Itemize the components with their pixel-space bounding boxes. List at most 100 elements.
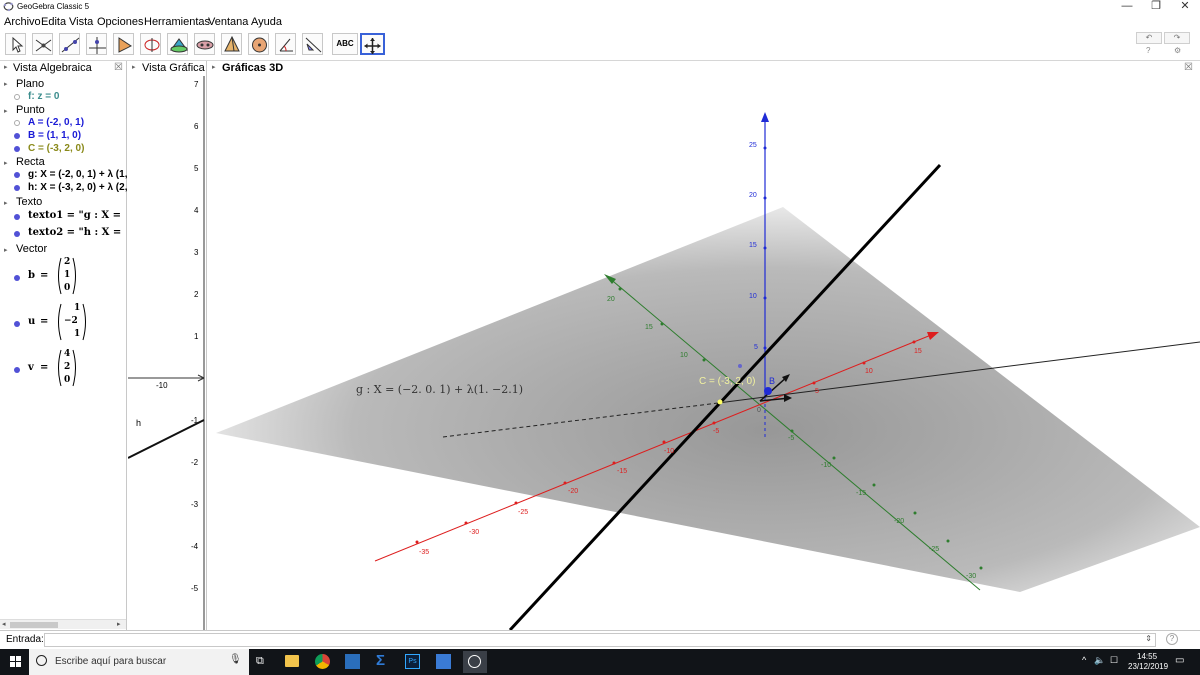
menu-edita[interactable]: Edita [41, 15, 66, 29]
taskbar-search-box[interactable]: Escribe aquí para buscar 🎙 [29, 649, 249, 675]
horizontal-scrollbar[interactable]: ◂ ▸ [0, 619, 126, 629]
object-texto1[interactable]: texto1 = "g : X = [28, 210, 121, 221]
graphics3d-canvas [216, 112, 1200, 630]
panel-menu-icon[interactable]: ▸ [212, 61, 216, 75]
app-icon[interactable] [345, 654, 360, 669]
help-icon[interactable]: ? [1146, 46, 1150, 55]
visibility-toggle[interactable] [14, 185, 20, 191]
object-b[interactable]: B = (1, 1, 0) [28, 130, 81, 141]
object-c[interactable]: C = (-3, 2, 0) [28, 143, 84, 154]
vector-v-1: 2 [64, 362, 71, 372]
redo-button[interactable]: ↷ [1164, 32, 1190, 44]
menu-ventana[interactable]: Ventana [208, 15, 248, 29]
graphics3d-view[interactable]: g : X = (−2. 0. 1) + λ(1. −2.1) C = (-3,… [208, 76, 1200, 630]
vector-u-name[interactable]: u [28, 316, 35, 327]
vector-v-name[interactable]: v [28, 362, 34, 373]
visibility-toggle[interactable] [14, 214, 20, 220]
microphone-icon[interactable]: 🎙 [229, 654, 242, 665]
scroll-right-icon[interactable]: ▸ [117, 620, 121, 628]
object-texto2[interactable]: texto2 = "h : X = [28, 227, 121, 238]
object-f[interactable]: f: z = 0 [28, 91, 59, 102]
menu-archivo[interactable]: Archivo [4, 15, 41, 29]
input-dropdown-icon[interactable]: ⇕ [1145, 634, 1152, 643]
file-explorer-icon[interactable] [285, 655, 299, 667]
text-tool-button[interactable]: ABC [332, 33, 358, 55]
angle-tool-button[interactable] [275, 33, 296, 55]
object-h[interactable]: h: X = (-3, 2, 0) + λ (2, [28, 182, 127, 193]
visibility-toggle[interactable] [14, 120, 20, 126]
task-view-icon[interactable]: ⧉ [256, 655, 264, 668]
move-tool-button[interactable] [5, 33, 26, 55]
graphics-view[interactable]: 7 6 5 4 3 2 1 -1 -2 -3 -4 -5 -10 h [128, 76, 207, 630]
tray-expand-icon[interactable]: ^ [1082, 655, 1086, 665]
object-a[interactable]: A = (-2, 0, 1) [28, 117, 84, 128]
network-icon[interactable]: ☐ [1110, 655, 1118, 666]
collapse-icon[interactable]: ▸ [4, 159, 8, 167]
y-tick-label: -20 [894, 518, 905, 525]
polygon-tool-button[interactable] [113, 33, 134, 55]
close-panel-icon[interactable]: ☒ [1184, 61, 1193, 75]
close-panel-icon[interactable]: ☒ [114, 61, 123, 75]
plane-tool-button[interactable] [194, 33, 215, 55]
algebra-view-title: Vista Algebraica [13, 62, 92, 74]
visibility-toggle[interactable] [14, 275, 20, 281]
visibility-toggle[interactable] [14, 172, 20, 178]
input-help-icon[interactable]: ? [1166, 633, 1178, 645]
collapse-icon[interactable]: ▸ [4, 80, 8, 88]
visibility-toggle[interactable] [14, 321, 20, 327]
vector-b-name[interactable]: b [28, 270, 35, 281]
category-vector: Vector [16, 243, 48, 255]
visibility-toggle[interactable] [14, 367, 20, 373]
z-tick-dot [763, 246, 767, 250]
visibility-toggle[interactable] [14, 231, 20, 237]
menu-opciones[interactable]: Opciones [97, 15, 143, 29]
reflect-tool-button[interactable] [302, 33, 323, 55]
volume-icon[interactable]: 🔈 [1094, 655, 1105, 666]
input-field[interactable]: ⇕ [44, 633, 1156, 647]
menu-ayuda[interactable]: Ayuda [251, 15, 282, 29]
panel-menu-icon[interactable]: ▸ [4, 61, 8, 75]
clock-date[interactable]: 23/12/2019 [1128, 662, 1168, 671]
clock-time[interactable]: 14:55 [1137, 652, 1157, 661]
object-g[interactable]: g: X = (-2, 0, 1) + λ (1, [28, 169, 127, 180]
point-c [717, 399, 723, 405]
x-tick-label: -35 [419, 549, 430, 556]
collapse-icon[interactable]: ▸ [4, 107, 8, 115]
collapse-icon[interactable]: ▸ [4, 246, 8, 254]
y-tick: -1 [191, 416, 199, 425]
photoshop-icon[interactable]: Ps [405, 654, 420, 669]
line-tool-button[interactable] [59, 33, 80, 55]
minimize-button[interactable]: — [1112, 0, 1142, 14]
panel-menu-icon[interactable]: ▸ [132, 61, 136, 75]
point-tool-button[interactable] [32, 33, 53, 55]
notifications-icon[interactable]: ▭ [1175, 655, 1184, 666]
circle-tool-button[interactable] [140, 33, 161, 55]
visibility-toggle[interactable] [14, 133, 20, 139]
sigma-app-icon[interactable]: Σ [376, 652, 385, 669]
origin-label: 0 [757, 407, 761, 414]
app-icon[interactable] [436, 654, 451, 669]
menu-vista[interactable]: Vista [69, 15, 93, 29]
pyramid-tool-button[interactable] [221, 33, 242, 55]
restore-button[interactable]: ❐ [1141, 0, 1171, 14]
z-tick-label: 5 [754, 344, 758, 351]
windows-start-icon[interactable] [10, 656, 22, 668]
perpendicular-tool-button[interactable] [86, 33, 107, 55]
plane-f [216, 207, 1200, 592]
input-bar: Entrada: ⇕ ? [0, 630, 1200, 649]
menu-herramientas[interactable]: Herramientas [144, 15, 210, 29]
sphere-tool-button[interactable] [248, 33, 269, 55]
undo-button[interactable]: ↶ [1136, 32, 1162, 44]
move-view-tool-button[interactable] [360, 33, 385, 55]
close-button[interactable]: ✕ [1170, 0, 1200, 14]
scrollbar-thumb[interactable] [10, 622, 58, 628]
geogebra-taskbar-icon[interactable] [463, 651, 487, 673]
scroll-left-icon[interactable]: ◂ [2, 620, 6, 628]
visibility-toggle[interactable] [14, 146, 20, 152]
chrome-icon[interactable] [315, 654, 330, 669]
settings-icon[interactable]: ⚙ [1174, 46, 1181, 55]
collapse-icon[interactable]: ▸ [4, 199, 8, 207]
intersect-tool-button[interactable] [167, 33, 188, 55]
text-g-label[interactable]: g : X = (−2. 0. 1) + λ(1. −2.1) [356, 383, 523, 396]
visibility-toggle[interactable] [14, 94, 20, 100]
